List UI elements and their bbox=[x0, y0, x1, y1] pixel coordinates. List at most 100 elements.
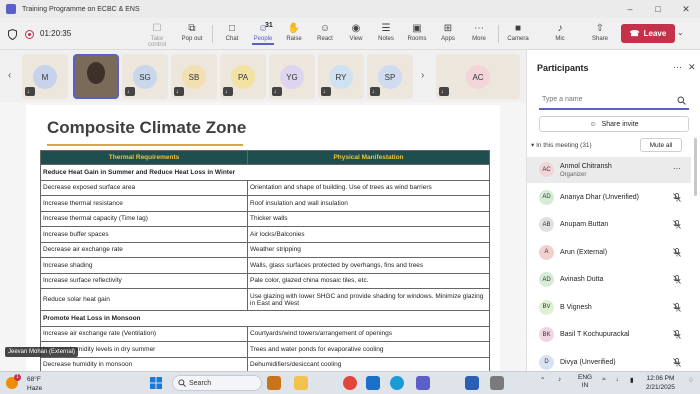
table-cell-manifestation: Thicker walls bbox=[247, 210, 490, 227]
participant-tile[interactable]: AC ♩ bbox=[436, 54, 520, 99]
window-controls: – □ ✕ bbox=[616, 0, 700, 18]
take-control-button[interactable]: ☐ Take control bbox=[142, 21, 172, 48]
more-options-icon[interactable]: ⋯ bbox=[673, 62, 682, 73]
participant-video bbox=[87, 62, 105, 84]
battery-icon[interactable]: ▮ bbox=[630, 376, 634, 384]
volume-icon[interactable]: ♩ bbox=[616, 376, 623, 383]
close-panel-icon[interactable]: ✕ bbox=[688, 62, 696, 73]
table-row: Increase shading Walls, glass surfaces pr… bbox=[40, 257, 490, 274]
participant-tile[interactable]: SP ♩ bbox=[367, 54, 413, 99]
windows-taskbar: 1 68°F Haze Search ⌃ ♪ ENG IN ≈ ♩ ▮ 12:06 … bbox=[0, 371, 700, 394]
language-indicator[interactable]: ENG IN bbox=[578, 374, 592, 390]
mic-muted-icon: ♩ bbox=[321, 87, 331, 96]
file-explorer-icon[interactable] bbox=[294, 376, 308, 390]
mic-muted-icon bbox=[673, 357, 681, 369]
participant-row[interactable]: A Arun (External) bbox=[527, 240, 691, 266]
raise-hand-button[interactable]: ✋ Raise bbox=[279, 21, 309, 42]
table-cell-manifestation: Air locks/Balconies bbox=[247, 226, 490, 243]
avatar: M bbox=[33, 65, 57, 89]
share-invite-button[interactable]: ☺ Share invite bbox=[539, 116, 689, 132]
apps-button[interactable]: ⊞ Apps bbox=[433, 21, 463, 42]
participant-tile[interactable]: M ♩ bbox=[22, 54, 68, 99]
mute-all-button[interactable]: Mute all bbox=[640, 138, 682, 152]
mic-off-icon: ♪ bbox=[557, 23, 563, 34]
table-cell-requirement: Increase thermal capacity (Time lag) bbox=[40, 210, 248, 227]
participant-tile[interactable]: SB ♩ bbox=[171, 54, 217, 99]
teams-logo-icon bbox=[6, 4, 16, 14]
minimize-icon[interactable]: – bbox=[616, 0, 644, 18]
participant-tile[interactable]: RY ♩ bbox=[318, 54, 364, 99]
participant-tile[interactable]: PA ♩ bbox=[220, 54, 266, 99]
leave-button[interactable]: ☎ Leave bbox=[621, 24, 675, 43]
avatar: AD bbox=[539, 189, 554, 205]
search-icon bbox=[178, 379, 186, 389]
meeting-stage: ‹ M ♩ SG ♩ SB ♩ PA ♩ YG ♩ RY ♩ SP ♩ AC ♩ › Composite Cl… bbox=[0, 50, 526, 373]
pop-out-button[interactable]: ⧉ Pop out bbox=[177, 21, 207, 42]
mic-button[interactable]: ♪ Mic bbox=[545, 21, 575, 42]
share-button[interactable]: ⇧ Share bbox=[585, 21, 615, 42]
participant-search[interactable] bbox=[539, 93, 689, 110]
climate-table: Thermal Requirements Physical Manifestat… bbox=[40, 150, 490, 373]
leave-options-chevron-icon[interactable]: ⌄ bbox=[677, 28, 684, 37]
view-icon: ◉ bbox=[351, 23, 361, 34]
briefcase-app-icon[interactable] bbox=[267, 376, 281, 390]
taskbar-search[interactable]: Search bbox=[172, 375, 262, 391]
maximize-icon[interactable]: □ bbox=[644, 0, 672, 18]
notifications-bell-icon[interactable]: ♢ bbox=[688, 376, 694, 384]
recording-icon bbox=[25, 30, 34, 39]
camera-button[interactable]: ■ Camera bbox=[503, 21, 533, 42]
people-button[interactable]: ☺ 31 People bbox=[248, 21, 278, 45]
settings-icon[interactable] bbox=[490, 376, 504, 390]
close-icon[interactable]: ✕ bbox=[672, 0, 700, 18]
avatar: PA bbox=[231, 65, 255, 89]
in-meeting-header[interactable]: ▾ In this meeting (31) bbox=[531, 141, 592, 149]
participant-gallery: ‹ M ♩ SG ♩ SB ♩ PA ♩ YG ♩ RY ♩ SP ♩ AC ♩ › bbox=[0, 50, 526, 102]
participant-tile[interactable] bbox=[73, 54, 119, 99]
table-header-manifestation: Physical Manifestation bbox=[247, 150, 490, 165]
rooms-button[interactable]: ▣ Rooms bbox=[402, 21, 432, 42]
table-cell-manifestation: Roof insulation and wall insulation bbox=[247, 195, 490, 212]
avatar: SB bbox=[182, 65, 206, 89]
gallery-prev-icon[interactable]: ‹ bbox=[8, 70, 11, 81]
chat-button[interactable]: □ Chat bbox=[217, 21, 247, 42]
outlook-icon[interactable] bbox=[366, 376, 380, 390]
system-clock[interactable]: 12:06 PM 2/21/2025 bbox=[646, 374, 675, 392]
participant-tile[interactable]: SG ♩ bbox=[122, 54, 168, 99]
search-input[interactable] bbox=[542, 96, 670, 103]
participant-name: Basil T Kochupurackal bbox=[560, 331, 630, 338]
word-icon[interactable] bbox=[465, 376, 479, 390]
mic-muted-icon bbox=[673, 275, 681, 286]
react-button[interactable]: ☺ React bbox=[310, 21, 340, 42]
notes-button[interactable]: ☰ Notes bbox=[371, 21, 401, 42]
search-icon bbox=[677, 96, 686, 107]
avatar: RY bbox=[329, 65, 353, 89]
wifi-icon[interactable]: ≈ bbox=[602, 376, 606, 383]
people-count: 31 bbox=[265, 22, 273, 29]
avatar: A bbox=[539, 244, 554, 260]
participant-row[interactable]: AC Anmol Chitransh Organizer ⋯ bbox=[527, 157, 691, 183]
participant-row[interactable]: BK Basil T Kochupurackal bbox=[527, 322, 691, 348]
participant-row[interactable]: AD Ananya Dhar (Unverified) bbox=[527, 185, 691, 211]
show-hidden-icons-chevron-icon[interactable]: ⌃ bbox=[540, 376, 545, 384]
participant-tile[interactable]: YG ♩ bbox=[269, 54, 315, 99]
more-button[interactable]: ⋯ More bbox=[464, 21, 494, 42]
add-person-icon: ☺ bbox=[589, 120, 597, 128]
raise-hand-icon: ✋ bbox=[287, 23, 301, 34]
edge-icon[interactable] bbox=[390, 376, 404, 390]
windows-start-icon[interactable] bbox=[150, 377, 162, 391]
view-button[interactable]: ◉ View bbox=[341, 21, 371, 42]
table-cell-manifestation: Orientation and shape of building. Use o… bbox=[247, 179, 490, 196]
participant-name: Ananya Dhar (Unverified) bbox=[560, 193, 639, 201]
participants-panel: Participants ⋯ ✕ ☺ Share invite ▾ In thi… bbox=[526, 50, 700, 371]
muted-speaker-tray-icon[interactable]: ♪ bbox=[558, 376, 561, 383]
more-options-icon[interactable]: ⋯ bbox=[673, 164, 681, 173]
chevron-down-icon: ▾ bbox=[531, 142, 535, 149]
participant-row[interactable]: BV B Vignesh bbox=[527, 295, 691, 321]
participant-row[interactable]: AD Avinash Dutta bbox=[527, 267, 691, 293]
participant-row[interactable]: AB Anupam Buttan bbox=[527, 212, 691, 238]
gallery-next-icon[interactable]: › bbox=[421, 70, 424, 81]
teams-icon[interactable] bbox=[416, 376, 430, 390]
panel-scrollbar[interactable] bbox=[694, 138, 697, 196]
mic-muted-icon: ♩ bbox=[439, 87, 449, 96]
chrome-icon[interactable] bbox=[343, 376, 357, 390]
